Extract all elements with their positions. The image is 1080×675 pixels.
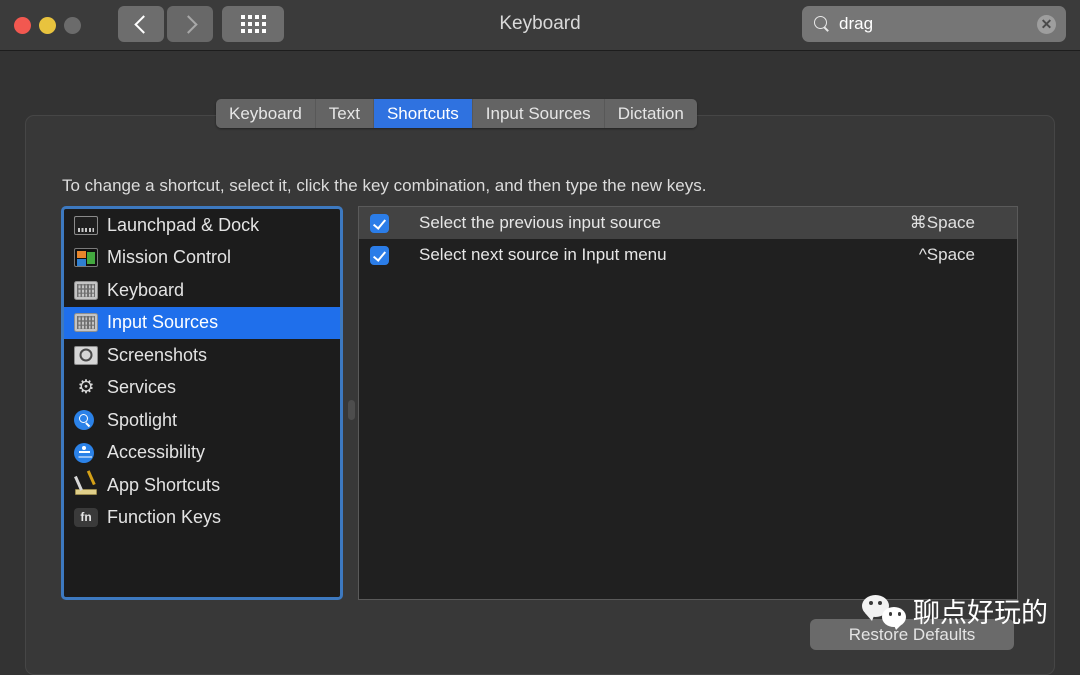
function-keys-fn-icon: fn <box>74 508 98 528</box>
clear-search-icon[interactable]: ✕ <box>1037 14 1056 34</box>
sidebar-item-label: Input Sources <box>107 312 219 333</box>
sidebar-item-screenshots[interactable]: Screenshots <box>64 339 340 372</box>
sidebar-item-label: Function Keys <box>107 507 222 528</box>
sidebar-item-label: Mission Control <box>107 247 232 268</box>
shortcut-list: Select the previous input source ⌘Space … <box>358 206 1018 600</box>
sidebar-item-launchpad-dock[interactable]: Launchpad & Dock <box>64 209 340 242</box>
sidebar-item-label: Keyboard <box>107 279 185 300</box>
sidebar-item-label: Launchpad & Dock <box>107 214 260 235</box>
sidebar-item-label: Spotlight <box>107 409 178 430</box>
shortcut-label: Select next source in Input menu <box>419 245 667 264</box>
shortcut-checkbox[interactable] <box>370 213 389 233</box>
table-row[interactable]: Select the previous input source ⌘Space <box>359 207 1017 239</box>
sidebar-item-keyboard[interactable]: Keyboard <box>64 274 340 307</box>
sidebar-item-label: Services <box>107 377 177 398</box>
shortcut-keys[interactable]: ⌘Space <box>910 213 975 233</box>
launchpad-dock-icon <box>74 215 98 235</box>
shortcut-keys[interactable]: ^Space <box>919 245 975 265</box>
tab-shortcuts[interactable]: Shortcuts <box>373 99 473 128</box>
search-field[interactable]: drag ✕ <box>802 6 1066 42</box>
spotlight-magnifier-icon <box>74 410 94 431</box>
app-shortcuts-ruler-pencil-icon <box>74 476 98 495</box>
sidebar-item-label: Accessibility <box>107 442 206 463</box>
keyboard-icon <box>74 280 98 300</box>
shortcut-category-list[interactable]: Launchpad & Dock Mission Control Keyboar… <box>61 206 343 600</box>
mission-control-icon <box>74 248 98 268</box>
screenshots-camera-icon <box>74 345 98 365</box>
panel-splitter-handle[interactable] <box>348 400 355 420</box>
sidebar-item-mission-control[interactable]: Mission Control <box>64 242 340 275</box>
tab-dictation[interactable]: Dictation <box>604 99 697 128</box>
accessibility-person-icon <box>74 442 94 463</box>
sidebar-item-app-shortcuts[interactable]: App Shortcuts <box>64 469 340 502</box>
instruction-text: To change a shortcut, select it, click t… <box>62 176 707 195</box>
shortcut-label: Select the previous input source <box>419 213 661 232</box>
sidebar-item-spotlight[interactable]: Spotlight <box>64 404 340 437</box>
sidebar-item-label: App Shortcuts <box>107 474 221 495</box>
tab-bar: Keyboard Text Shortcuts Input Sources Di… <box>216 99 697 128</box>
tab-input-sources[interactable]: Input Sources <box>472 99 605 128</box>
restore-defaults-button[interactable]: Restore Defaults <box>810 619 1014 650</box>
search-input[interactable]: drag <box>839 14 1037 34</box>
sidebar-item-services[interactable]: ⚙ Services <box>64 372 340 405</box>
tab-keyboard[interactable]: Keyboard <box>216 99 316 128</box>
table-row[interactable]: Select next source in Input menu ^Space <box>359 239 1017 271</box>
sidebar-item-label: Screenshots <box>107 344 208 365</box>
search-icon <box>814 16 830 32</box>
sidebar-item-accessibility[interactable]: Accessibility <box>64 437 340 470</box>
sidebar-item-input-sources[interactable]: Input Sources <box>64 306 340 339</box>
services-gear-icon: ⚙ <box>77 377 95 399</box>
tab-text[interactable]: Text <box>315 99 374 128</box>
window-titlebar: Keyboard drag ✕ <box>0 0 1080 51</box>
sidebar-item-function-keys[interactable]: fn Function Keys <box>64 502 340 535</box>
input-sources-keyboard-icon <box>74 313 98 333</box>
shortcut-checkbox[interactable] <box>370 245 389 265</box>
